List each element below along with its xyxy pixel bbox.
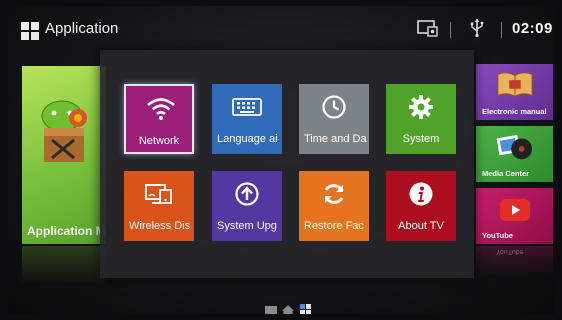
card-label: Electronic manual <box>482 107 547 116</box>
cast-screen-icon <box>145 184 172 204</box>
status-divider <box>501 22 502 38</box>
wireless-display-tile[interactable]: Wireless Dis <box>124 171 194 241</box>
android-robot-icon <box>41 100 87 162</box>
electronic-manual-card[interactable]: Electronic manual <box>476 64 553 120</box>
tile-label: Restore Fac <box>304 220 364 232</box>
tile-label: About TV <box>398 220 444 232</box>
tv-icon[interactable] <box>265 306 277 314</box>
tile-label: Wireless Dis <box>129 220 191 232</box>
screen-cast-status-icon <box>417 20 438 37</box>
application-manager-card[interactable]: Application M <box>22 66 106 244</box>
keyboard-icon <box>232 98 262 116</box>
network-tile[interactable]: Network <box>124 84 194 154</box>
gear-icon <box>409 95 433 119</box>
tile-label: Language ai <box>217 133 278 145</box>
about-tv-tile[interactable]: About TV <box>386 171 456 241</box>
system-upgrade-tile[interactable]: System Upg <box>212 171 282 241</box>
app-grid-icon <box>21 22 39 40</box>
tile-label: Time and Da <box>304 133 367 145</box>
info-icon <box>409 182 433 206</box>
youtube-card[interactable]: YouTube <box>476 188 553 244</box>
card-reflection: YouTube <box>476 246 553 276</box>
media-center-card[interactable]: Media Center <box>476 126 553 182</box>
refresh-icon <box>324 184 344 204</box>
upgrade-arrow-icon <box>235 182 259 206</box>
time-and-date-tile[interactable]: Time and Da <box>299 84 369 154</box>
youtube-play-icon <box>500 199 530 221</box>
home-icon[interactable] <box>282 305 294 314</box>
page-title: Application <box>45 20 119 37</box>
restore-factory-tile[interactable]: Restore Fac <box>299 171 369 241</box>
status-divider <box>450 22 451 38</box>
tile-label: Network <box>138 135 180 147</box>
tv-screen: Application 02:09 Application M Electron… <box>8 6 555 314</box>
card-label: Media Center <box>482 169 530 178</box>
clock: 02:09 <box>512 20 553 37</box>
media-icon <box>496 134 533 160</box>
reflection-text: YouTube <box>496 248 524 255</box>
bottom-nav <box>265 304 311 314</box>
apps-grid-icon[interactable] <box>300 304 311 314</box>
language-tile[interactable]: Language ai <box>212 84 282 154</box>
card-label: Application M <box>27 224 106 238</box>
system-tile[interactable]: System <box>386 84 456 154</box>
card-label: YouTube <box>482 231 513 240</box>
tile-label: System <box>402 133 440 145</box>
card-reflection <box>22 246 106 284</box>
clock-icon <box>322 95 346 119</box>
usb-icon <box>470 19 484 38</box>
book-icon <box>497 72 533 97</box>
top-bar: Application 02:09 <box>8 6 555 52</box>
wifi-icon <box>147 98 175 120</box>
tile-label: System Upg <box>217 220 277 232</box>
